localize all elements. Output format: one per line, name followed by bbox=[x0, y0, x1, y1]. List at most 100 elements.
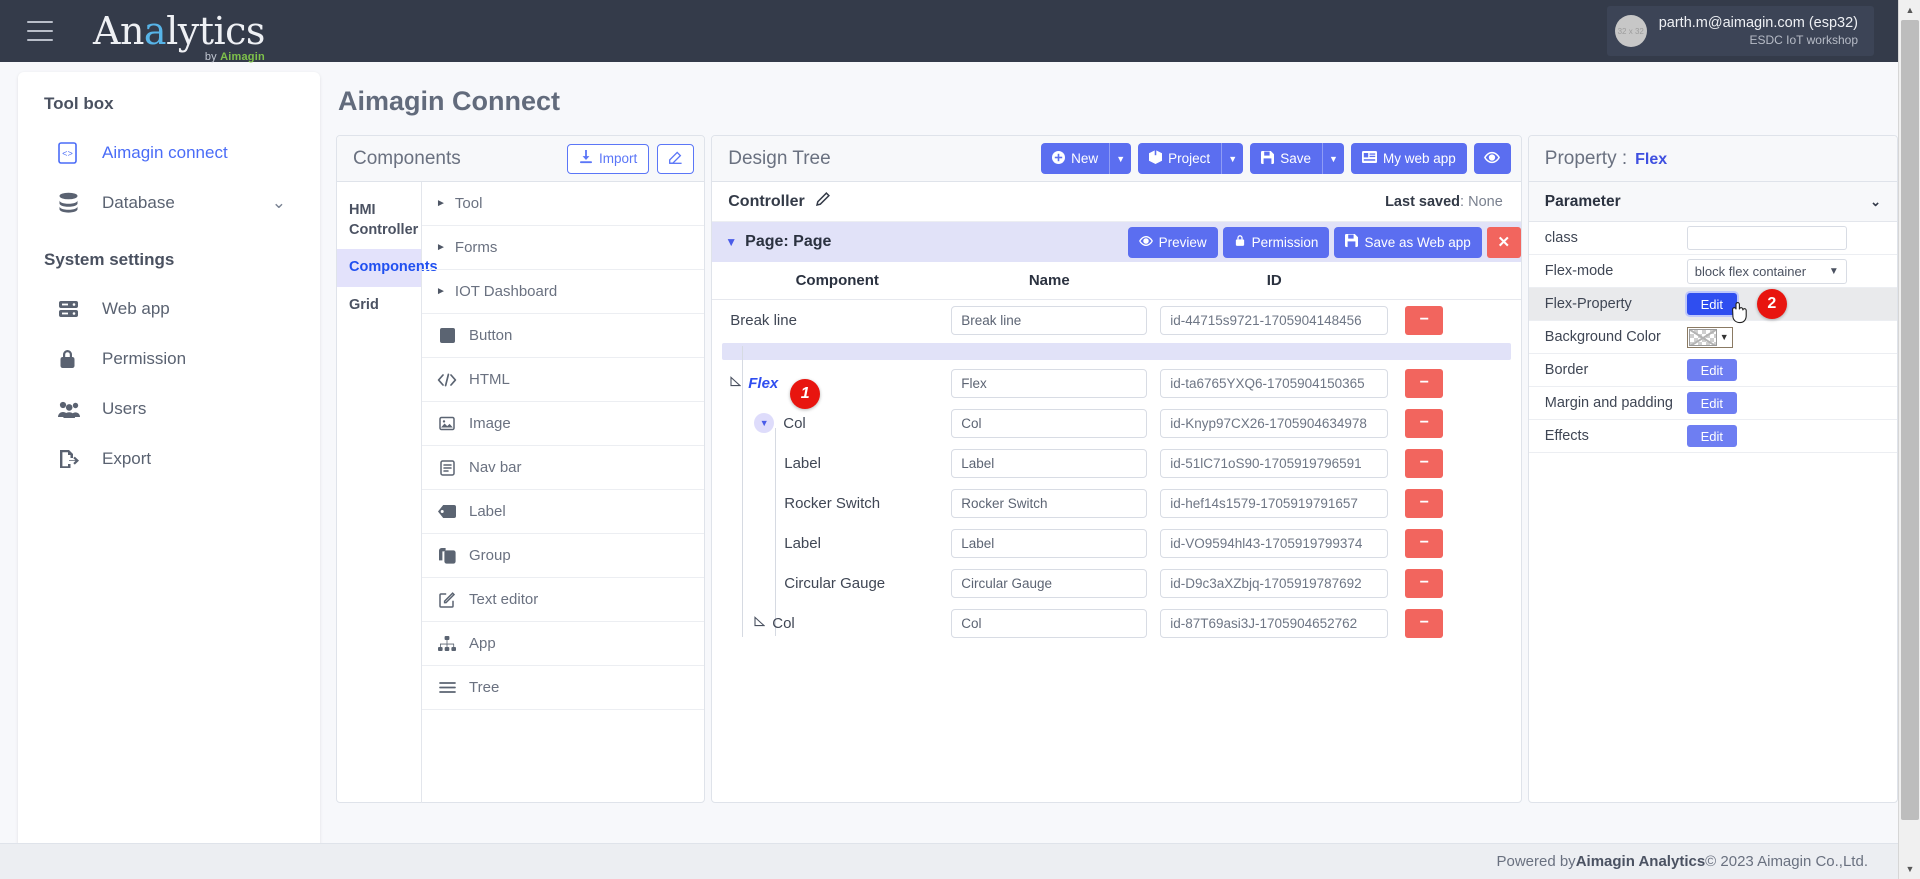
delete-row-button[interactable]: − bbox=[1405, 368, 1444, 398]
page-collapse-caret-icon[interactable]: ▼ bbox=[725, 235, 737, 249]
tab-grid[interactable]: Grid bbox=[337, 287, 421, 325]
name-input[interactable] bbox=[951, 608, 1148, 638]
property-label: Effects bbox=[1544, 428, 1589, 444]
preview-toggle-button[interactable] bbox=[1473, 143, 1511, 174]
square-filled-icon bbox=[436, 328, 458, 343]
sidebar-item-permission[interactable]: Permission bbox=[18, 334, 320, 384]
flex-mode-select[interactable]: block flex container ▼ bbox=[1686, 258, 1847, 284]
table-row[interactable]: Flex 1 − bbox=[712, 363, 1521, 409]
id-input[interactable] bbox=[1160, 528, 1389, 558]
id-input[interactable] bbox=[1160, 305, 1389, 335]
close-page-button[interactable]: ✕ bbox=[1486, 226, 1521, 258]
component-group-iot-dashboard[interactable]: ► IOT Dashboard bbox=[422, 270, 705, 314]
component-item-label[interactable]: Label bbox=[422, 490, 705, 534]
margin-padding-edit-button[interactable]: Edit bbox=[1686, 392, 1737, 414]
hamburger-icon[interactable] bbox=[27, 21, 53, 41]
triangle-outline-icon[interactable] bbox=[730, 376, 742, 390]
component-item-nav-bar[interactable]: Nav bar bbox=[422, 446, 705, 490]
components-edit-button[interactable] bbox=[657, 143, 695, 174]
property-row-class: class bbox=[1528, 222, 1897, 255]
tab-components[interactable]: Components bbox=[337, 249, 438, 287]
name-input[interactable] bbox=[951, 408, 1148, 438]
app-logo[interactable]: Analytics by Aimagin bbox=[93, 12, 265, 63]
name-input[interactable] bbox=[951, 305, 1148, 335]
sidebar-item-users[interactable]: Users bbox=[18, 384, 320, 434]
border-edit-button[interactable]: Edit bbox=[1686, 359, 1737, 381]
save-button[interactable]: Save bbox=[1250, 143, 1322, 174]
project-button[interactable]: Project bbox=[1138, 143, 1222, 174]
table-row[interactable]: Label − bbox=[712, 523, 1521, 563]
name-input[interactable] bbox=[951, 448, 1148, 478]
component-group-forms[interactable]: ► Forms bbox=[422, 226, 705, 270]
tab-hmi-controller[interactable]: HMI Controller bbox=[337, 192, 421, 249]
sidebar-item-label: Permission bbox=[102, 349, 187, 368]
component-item-text-editor[interactable]: Text editor bbox=[422, 578, 705, 622]
project-dropdown-toggle[interactable]: ▼ bbox=[1221, 143, 1244, 174]
table-row[interactable]: Col − bbox=[712, 603, 1521, 643]
effects-edit-button[interactable]: Edit bbox=[1686, 425, 1737, 447]
delete-row-button[interactable]: − bbox=[1405, 528, 1444, 558]
name-input[interactable] bbox=[951, 528, 1148, 558]
sidebar-item-export[interactable]: Export bbox=[18, 434, 320, 484]
component-group-tool[interactable]: ► Tool bbox=[422, 182, 705, 226]
component-item-html[interactable]: HTML bbox=[422, 358, 705, 402]
id-input[interactable] bbox=[1160, 368, 1389, 398]
component-item-label: App bbox=[469, 635, 496, 652]
id-input[interactable] bbox=[1160, 448, 1389, 478]
component-item-button[interactable]: Button bbox=[422, 314, 705, 358]
id-input[interactable] bbox=[1160, 608, 1389, 638]
table-row[interactable]: Label − bbox=[712, 443, 1521, 483]
component-item-image[interactable]: Image bbox=[422, 402, 705, 446]
new-dropdown-toggle[interactable]: ▼ bbox=[1109, 143, 1132, 174]
delete-row-button[interactable]: − bbox=[1405, 408, 1444, 438]
delete-row-button[interactable]: − bbox=[1405, 568, 1444, 598]
flex-property-edit-button[interactable]: Edit bbox=[1686, 293, 1737, 315]
triangle-outline-icon[interactable] bbox=[754, 616, 766, 630]
parameter-section-header[interactable]: Parameter ⌄ bbox=[1528, 182, 1897, 222]
id-input[interactable] bbox=[1160, 568, 1389, 598]
component-item-app[interactable]: App bbox=[422, 622, 705, 666]
table-row[interactable]: Break line − bbox=[712, 300, 1521, 340]
scrollbar-thumb[interactable] bbox=[1901, 20, 1919, 820]
id-input[interactable] bbox=[1160, 408, 1389, 438]
sidebar-item-database[interactable]: Database ⌄ bbox=[18, 178, 320, 228]
name-input[interactable] bbox=[951, 488, 1148, 518]
tree-row-delete-cell: − bbox=[1394, 568, 1454, 598]
page-row[interactable]: ▼ Page: Page Preview Permission Save as … bbox=[712, 222, 1521, 262]
table-row[interactable]: ▼ Col − bbox=[712, 403, 1521, 443]
pencil-icon[interactable] bbox=[815, 192, 830, 211]
delete-row-button[interactable]: − bbox=[1405, 488, 1444, 518]
annotation-badge-2: 2 bbox=[1756, 289, 1787, 319]
tree-row-component: ▼ Col bbox=[712, 413, 944, 433]
my-web-app-button[interactable]: My web app bbox=[1350, 143, 1467, 174]
class-input[interactable] bbox=[1686, 226, 1847, 250]
sidebar-item-web-app[interactable]: Web app bbox=[18, 284, 320, 334]
name-input[interactable] bbox=[951, 368, 1148, 398]
delete-row-button[interactable]: − bbox=[1405, 608, 1444, 638]
sidebar-item-aimagin-connect[interactable]: <> Aimagin connect bbox=[18, 128, 320, 178]
preview-button[interactable]: Preview bbox=[1127, 226, 1218, 258]
save-as-web-app-button[interactable]: Save as Web app bbox=[1334, 226, 1482, 258]
import-button[interactable]: Import bbox=[566, 143, 650, 174]
table-row[interactable]: Circular Gauge − bbox=[712, 563, 1521, 603]
new-button[interactable]: New bbox=[1041, 143, 1110, 174]
collapse-toggle-icon[interactable]: ▼ bbox=[754, 413, 775, 433]
user-account-box[interactable]: 32 x 32 parth.m@aimagin.com (esp32) ESDC… bbox=[1606, 6, 1874, 56]
permission-button[interactable]: Permission bbox=[1222, 226, 1330, 258]
page-scrollbar[interactable]: ▲ ▼ bbox=[1898, 0, 1920, 879]
code-file-icon: <> bbox=[58, 142, 88, 164]
name-input[interactable] bbox=[951, 568, 1148, 598]
table-row[interactable]: Rocker Switch − bbox=[712, 483, 1521, 523]
scroll-up-arrow-icon[interactable]: ▲ bbox=[1899, 0, 1920, 20]
id-input[interactable] bbox=[1160, 488, 1389, 518]
scroll-down-arrow-icon[interactable]: ▼ bbox=[1899, 859, 1920, 879]
component-item-group[interactable]: Group bbox=[422, 534, 705, 578]
delete-row-button[interactable]: − bbox=[1405, 448, 1444, 478]
chevron-down-icon[interactable]: ⌄ bbox=[1870, 194, 1881, 210]
component-item-tree[interactable]: Tree bbox=[422, 666, 705, 710]
background-color-picker[interactable]: ▼ bbox=[1686, 326, 1733, 348]
property-panel-header: Property : Flex bbox=[1528, 136, 1897, 182]
chevron-down-icon[interactable]: ⌄ bbox=[272, 193, 286, 213]
save-dropdown-toggle[interactable]: ▼ bbox=[1321, 143, 1344, 174]
delete-row-button[interactable]: − bbox=[1405, 305, 1444, 335]
